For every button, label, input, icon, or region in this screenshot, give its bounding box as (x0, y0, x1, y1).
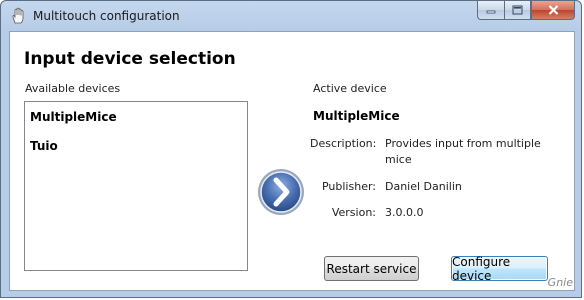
minimize-button[interactable] (477, 1, 504, 20)
publisher-label: Publisher: (321, 180, 376, 193)
close-button[interactable] (531, 1, 575, 20)
maximize-button[interactable] (504, 1, 531, 20)
minimize-icon (486, 10, 496, 14)
close-icon (548, 5, 558, 15)
window-title: Multitouch configuration (33, 9, 180, 23)
restart-service-button[interactable]: Restart service (324, 256, 419, 281)
caption-buttons (477, 1, 575, 21)
available-devices-list[interactable]: MultipleMice Tuio (24, 101, 248, 271)
select-device-button[interactable] (256, 167, 306, 217)
dialog-content: Input device selection Available devices… (9, 31, 575, 291)
maximize-icon (512, 5, 523, 15)
list-item-multiplemice[interactable]: MultipleMice (30, 110, 117, 124)
description-value: Provides input from multiple mice (385, 137, 541, 166)
version-value: 3.0.0.0 (385, 206, 424, 219)
list-item-tuio[interactable]: Tuio (30, 139, 58, 153)
active-device-name: MultipleMice (313, 109, 400, 123)
available-devices-label: Available devices (25, 82, 121, 95)
version-label: Version: (331, 206, 376, 219)
hand-icon (12, 7, 24, 24)
active-device-label: Active device (313, 82, 387, 95)
title-bar[interactable]: Multitouch configuration (1, 1, 581, 31)
description-label: Description: (310, 137, 377, 150)
publisher-value: Daniel Danilin (385, 180, 462, 193)
page-title: Input device selection (24, 49, 236, 69)
configure-device-button[interactable]: Configure device (451, 255, 548, 283)
watermark: Gnie (547, 276, 573, 289)
window: Multitouch configuration Input device se… (0, 0, 582, 298)
